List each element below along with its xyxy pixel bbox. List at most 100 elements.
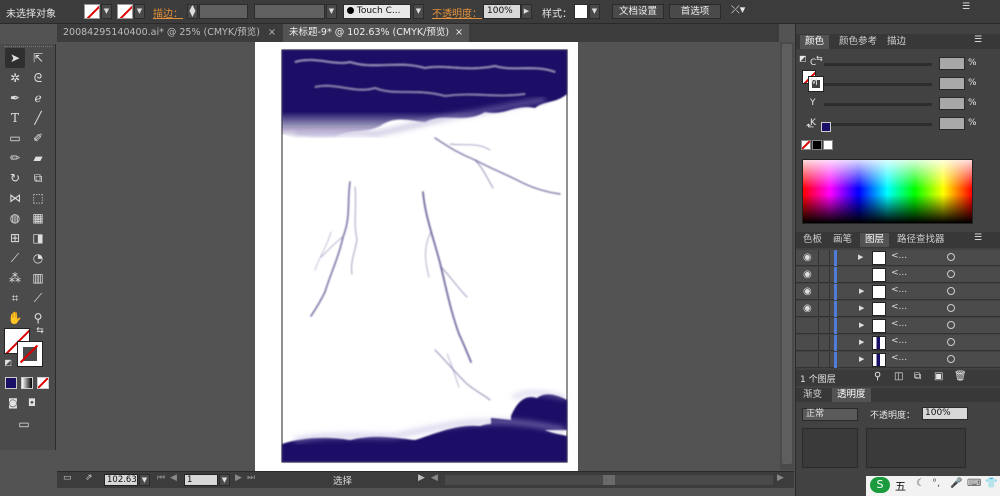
artboard-dropdown-arrow[interactable]: ▼ [219,474,230,486]
target-circle-icon[interactable] [947,287,955,295]
close-icon[interactable]: × [455,24,463,42]
lock-toggle[interactable] [818,352,830,368]
default-colors-icon[interactable]: ◩ [2,357,14,369]
visibility-eye-icon[interactable]: ◉ [803,286,812,297]
tab-document-1[interactable]: 20084295140400.ai* @ 25% (CMYK/预览) × [57,24,282,42]
tab-transparency[interactable]: 透明度 [832,388,871,402]
blend-mode-select[interactable]: 正常 [802,408,858,421]
channel-y-field[interactable] [939,97,965,110]
symbol-sprayer-icon[interactable]: ⁂ [5,268,25,288]
skin-icon[interactable]: 👕 [985,478,997,489]
ime-mode-label[interactable]: 五 [895,478,906,494]
status-arrow-icon[interactable]: ▶ [418,473,425,483]
stroke-label[interactable]: 描边： [153,5,183,20]
black-chip[interactable] [812,140,822,150]
horizontal-scrollbar[interactable] [445,475,773,485]
expand-arrow-icon[interactable]: ▶ [858,253,863,261]
close-icon[interactable]: × [268,24,276,42]
eyedropper-icon[interactable]: ⟋ [5,248,25,268]
white-chip[interactable] [823,140,833,150]
ime-logo-icon[interactable]: S [870,477,890,493]
lock-toggle[interactable] [818,318,830,334]
eraser-tool-icon[interactable]: ▰ [28,148,48,168]
out-of-gamut-warning-icon[interactable]: ⬑ [806,122,814,133]
expand-arrow-icon[interactable]: ▶ [859,355,864,363]
color-mode-button[interactable] [5,377,17,389]
opacity-arrow[interactable]: ▶ [521,4,532,19]
document-settings-button[interactable]: 文档设置 [612,4,664,19]
export-icon[interactable]: ⇗ [85,473,93,483]
lock-toggle[interactable] [818,267,830,283]
layer-name[interactable]: <... [891,302,907,312]
hand-tool-icon[interactable]: ✋ [5,308,25,328]
variable-width-profile[interactable] [254,4,325,19]
preferences-button[interactable]: 首选项 [669,4,721,19]
gradient-tool-icon[interactable]: ◨ [28,228,48,248]
free-transform-icon[interactable]: ⬚ [28,188,48,208]
fill-dropdown-arrow[interactable]: ▼ [101,4,112,19]
lock-toggle[interactable] [818,250,830,266]
none-mode-button[interactable] [37,377,49,389]
expand-arrow-icon[interactable]: ▶ [859,321,864,329]
magic-wand-icon[interactable]: ✲ [5,68,25,88]
tab-layers[interactable]: 图层 [860,233,890,247]
layer-row[interactable]: ◉ ▶ <... [796,301,1000,317]
layer-name[interactable]: <... [891,353,907,363]
visibility-eye-icon[interactable]: ◉ [803,252,812,263]
lock-toggle[interactable] [818,284,830,300]
direct-selection-tool-icon[interactable]: ⇱ [28,48,48,68]
gamut-color-chip[interactable] [821,122,831,132]
layer-row[interactable]: ◉ ▶ <... [796,250,1000,266]
tab-gradient[interactable]: 渐变 [798,388,827,402]
gradient-mode-button[interactable] [21,377,33,389]
swap-colors-icon[interactable]: ⇆ [33,324,47,338]
rotate-tool-icon[interactable]: ↻ [5,168,25,188]
opacity-label[interactable]: 不透明度： [432,5,482,20]
artboard-number-field[interactable]: 1 [184,474,218,486]
expand-arrow-icon[interactable]: ▶ [859,287,864,295]
channel-c-field[interactable] [939,57,965,70]
target-circle-icon[interactable] [947,270,955,278]
expand-arrow-icon[interactable]: ▶ [859,338,864,346]
channel-m-field[interactable] [939,77,965,90]
rectangle-tool-icon[interactable]: ▭ [5,128,25,148]
target-circle-icon[interactable] [947,338,955,346]
draw-behind-icon[interactable]: ◘ [22,394,42,414]
tab-stroke[interactable]: 描边 [882,35,911,49]
previous-artboard-icon[interactable]: ◀ [170,473,177,483]
zoom-menu-icon[interactable]: ▭ [63,473,72,483]
layer-row[interactable]: ◉ <... [796,267,1000,283]
opacity-field[interactable]: 100% [483,4,521,19]
style-swatch[interactable] [574,4,588,19]
channel-k-field[interactable] [939,117,965,130]
lock-toggle[interactable] [818,335,830,351]
brush-dropdown-arrow[interactable]: ▼ [413,4,424,19]
channel-y-row[interactable]: Y % [796,97,1000,111]
panel-menu-icon[interactable]: ☰ [974,35,982,45]
artboard[interactable] [255,42,578,473]
stroke-swatch[interactable] [117,4,133,19]
slice-tool-icon[interactable]: ⟋ [28,288,48,308]
paintbrush-tool-icon[interactable]: ✐ [28,128,48,148]
target-circle-icon[interactable] [947,321,955,329]
selection-tool-icon[interactable]: ➤ [5,48,25,68]
stroke-weight-stepper[interactable]: ▲ ▼ [187,4,198,19]
visibility-eye-icon[interactable]: ◉ [803,269,812,280]
vertical-scrollbar[interactable] [780,42,794,470]
locate-object-icon[interactable]: ⚲ [874,371,881,382]
perspective-grid-icon[interactable]: ▦ [28,208,48,228]
channel-c-row[interactable]: C % [796,57,1000,71]
stroke-weight-field[interactable] [199,4,248,19]
hscroll-thumb[interactable] [603,475,615,485]
blend-tool-icon[interactable]: ◔ [28,248,48,268]
curvature-tool-icon[interactable]: ℯ [28,88,48,108]
mesh-tool-icon[interactable]: ⊞ [5,228,25,248]
type-tool-icon[interactable]: T [5,108,25,128]
layer-name[interactable]: <... [891,251,907,261]
screen-mode-icon[interactable]: ▭ [14,414,34,434]
layer-name[interactable]: <... [891,268,907,278]
layer-row[interactable]: ◉ ▶ <... [796,284,1000,300]
punctuation-icon[interactable]: °, [932,478,940,489]
tab-document-2[interactable]: 未标题-9* @ 102.63% (CMYK/预览) × [283,24,469,42]
clipping-mask-icon[interactable]: ◫ [894,371,903,382]
